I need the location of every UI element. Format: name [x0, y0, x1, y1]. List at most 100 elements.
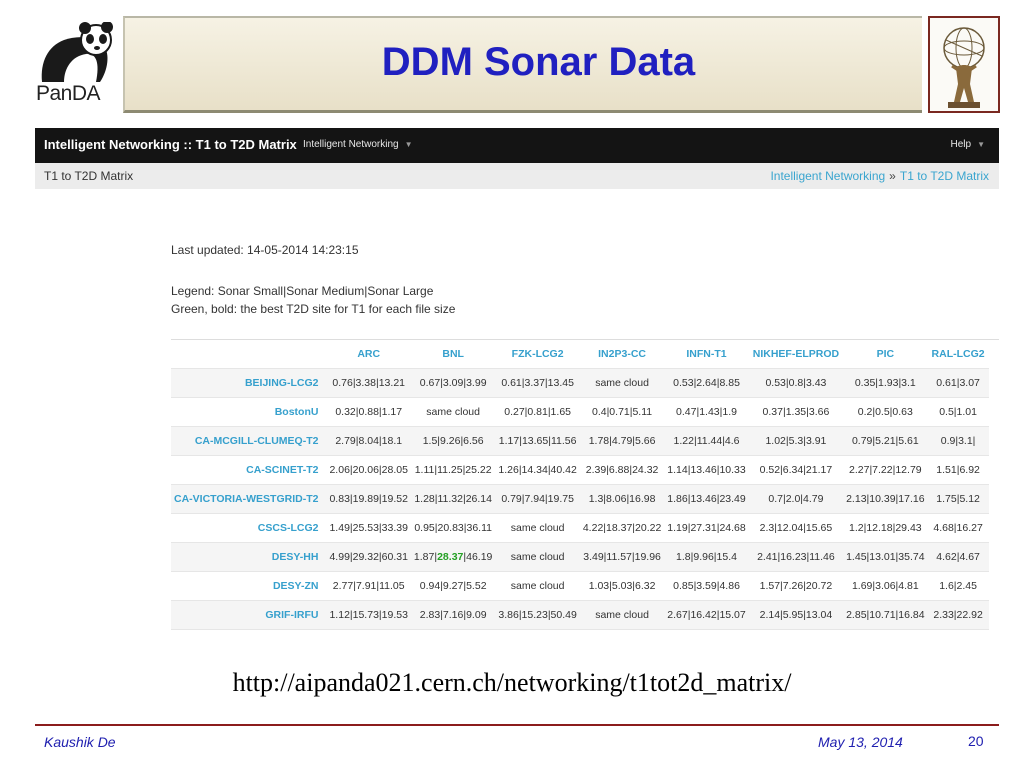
- caret-down-icon: ▼: [404, 140, 413, 149]
- cell-value: 1.78|4.79|5.66: [588, 434, 656, 447]
- matrix-cell: same cloud: [495, 570, 580, 600]
- matrix-body: BEIJING-LCG2 0.76|3.38|13.21 0.67|3.09|3.9…: [171, 367, 989, 639]
- site-name-link[interactable]: CA-MCGILL-CLUMEQ-T2: [171, 425, 327, 455]
- matrix-cell: 1.75|5.12: [927, 483, 989, 513]
- matrix-cell: 0.32|0.88|1.17: [326, 396, 411, 426]
- matrix-cell: 1.57|7.26|20.72: [748, 570, 844, 600]
- navbar-brand-link[interactable]: Intelligent Networking :: T1 to T2D Matr…: [44, 137, 297, 152]
- matrix-cell: 1.14|13.46|10.33: [664, 454, 749, 484]
- matrix-cell: 0.94|9.27|5.52: [410, 570, 496, 600]
- matrix-cell: 1.6|2.45: [927, 570, 989, 600]
- cell-value: 0.2|0.5|0.63: [857, 405, 913, 418]
- matrix-cell: 1.3|8.06|16.98: [579, 483, 665, 513]
- matrix-cell: 1.62|9.43|17.1: [410, 628, 496, 639]
- table-row: GRIF-LAL 2.55|16.0|56.81 1.62|9.43|17.1 1.5…: [171, 628, 989, 639]
- site-name-link[interactable]: BEIJING-LCG2: [171, 367, 327, 397]
- help-label: Help: [950, 139, 972, 150]
- site-name-link[interactable]: CSCS-LCG2: [171, 512, 327, 542]
- best-site-note: Green, bold: the best T2D site for T1 fo…: [171, 302, 456, 316]
- cell-value: 0.79|5.21|5.61: [851, 434, 919, 447]
- matrix-cell: 2.83|7.16|9.09: [410, 599, 496, 629]
- cell-value: 0.94|9.27|5.52: [419, 579, 487, 592]
- row-header-corner: [171, 340, 326, 368]
- cell-value: 1.69|3.06|4.81: [851, 579, 919, 592]
- matrix-cell: 1.51|6.92: [927, 454, 989, 484]
- matrix-cell: same cloud: [579, 599, 665, 629]
- cell-value: 1.6|2.45: [939, 579, 977, 592]
- intelligent-networking-dropdown[interactable]: Intelligent Networking ▼: [303, 139, 413, 150]
- cell-value: |46.19: [463, 550, 493, 563]
- site-name-link[interactable]: DESY-HH: [171, 541, 327, 571]
- cell-value: 4.22|18.37|20.22: [582, 521, 662, 534]
- column-header: RAL-LCG2: [931, 347, 985, 360]
- footer-divider: [35, 724, 999, 726]
- matrix-cell: same cloud: [579, 628, 665, 639]
- matrix-cell: 0.79|5.21|5.61: [843, 425, 928, 455]
- footer-date: May 13, 2014: [818, 734, 903, 750]
- table-row: DESY-HH 4.99|29.32|60.31 1.87|28.37|46.19 s…: [171, 541, 989, 571]
- cell-value: 0.35|1.93|3.1: [854, 376, 916, 389]
- breadcrumb-root-link[interactable]: Intelligent Networking: [770, 169, 885, 183]
- cell-value: 0.61|3.37|13.45: [501, 376, 574, 389]
- matrix-cell: 2.79|8.04|18.1: [326, 425, 411, 455]
- cell-value: 2.41|16.23|11.46: [757, 550, 835, 563]
- site-name-link[interactable]: BostonU: [171, 396, 327, 426]
- cell-value: 0.47|1.43|1.9: [676, 405, 737, 418]
- cell-value: 0.32|0.88|1.17: [335, 405, 403, 418]
- panda-bear-icon: [41, 21, 113, 82]
- help-dropdown[interactable]: Help ▼: [951, 139, 986, 150]
- matrix-cell: 2.41|16.23|11.46: [748, 541, 844, 571]
- matrix-cell: 1.02|5.3|3.91: [748, 425, 844, 455]
- matrix-cell: 0.91|4.74|10.47: [843, 628, 928, 639]
- cell-value: 2.39|6.88|24.32: [585, 463, 659, 476]
- table-row: DESY-ZN 2.77|7.91|11.05 0.94|9.27|5.52 same…: [171, 570, 989, 600]
- matrix-cell: 3.86|15.23|50.49: [495, 599, 580, 629]
- cell-value: 2.33|22.92: [933, 608, 983, 621]
- column-header: ARC: [357, 347, 381, 360]
- cell-value: 1.22|11.44|4.6: [673, 434, 740, 447]
- cell-value: 2.13|10.39|17.16: [846, 492, 925, 505]
- dropdown-label: Intelligent Networking: [303, 139, 399, 150]
- matrix-cell: 2.13|10.39|17.16: [843, 483, 928, 513]
- matrix-cell: 2.06|20.06|28.05: [326, 454, 411, 484]
- matrix-cell: 1.12|15.73|19.53: [326, 599, 411, 629]
- breadcrumb: Intelligent Networking » T1 to T2D Matrix: [770, 169, 989, 183]
- cell-value: 1.75|5.12: [936, 492, 980, 505]
- site-name-link[interactable]: CA-VICTORIA-WESTGRID-T2: [171, 483, 327, 513]
- matrix-cell: 1.22|11.44|4.6: [664, 425, 749, 455]
- cell-value: same cloud: [510, 550, 565, 563]
- column-header: INFN-T1: [686, 347, 727, 360]
- cell-value: same cloud: [510, 579, 565, 592]
- site-name-link[interactable]: DESY-ZN: [171, 570, 327, 600]
- matrix-cell: 1.87|28.37|46.19: [410, 541, 496, 571]
- table-row: CA-VICTORIA-WESTGRID-T2 0.83|19.89|19.52 1…: [171, 483, 989, 513]
- cell-value: 3.86|15.23|50.49: [498, 608, 577, 621]
- site-name-link[interactable]: CA-SCINET-T2: [171, 454, 327, 484]
- site-name-link[interactable]: GRIF-IRFU: [171, 599, 327, 629]
- matrix-cell: 0.9|3.1|: [927, 425, 989, 455]
- matrix-cell: 0.5|1.01: [927, 396, 989, 426]
- column-header: NIKHEF-ELPROD: [752, 347, 840, 360]
- matrix-cell: same cloud: [410, 396, 496, 426]
- cell-value: 1.49|25.53|33.39: [329, 521, 408, 534]
- site-name-link[interactable]: GRIF-LAL: [171, 628, 327, 639]
- cell-value: 2.67|16.42|15.07: [667, 608, 746, 621]
- matrix-cell: 1.55|19.68|31.53: [495, 628, 580, 639]
- matrix-cell: 0.47|1.43|1.9: [664, 396, 749, 426]
- matrix-cell: 0.61|3.07: [927, 367, 989, 397]
- matrix-cell: 1.19|27.31|24.68: [664, 512, 749, 542]
- matrix-cell: 2.33|22.92: [927, 599, 989, 629]
- matrix-cell: 2.77|7.91|11.05: [326, 570, 411, 600]
- footer-author: Kaushik De: [44, 734, 116, 750]
- matrix-cell: 0.83|19.89|19.52: [326, 483, 411, 513]
- subheader-bar: T1 to T2D Matrix Intelligent Networking »…: [35, 163, 999, 189]
- cell-value: 1.19|27.31|24.68: [667, 521, 746, 534]
- matrix-cell: 0.2|0.5|0.63: [843, 396, 928, 426]
- cell-value: 2.27|7.22|12.79: [849, 463, 922, 476]
- matrix-cell: 1.03|5.03|6.32: [579, 570, 665, 600]
- matrix-cell: 0.53|2.64|8.85: [664, 367, 749, 397]
- cell-value: 1.28|11.32|26.14: [414, 492, 492, 505]
- breadcrumb-current-link[interactable]: T1 to T2D Matrix: [900, 169, 989, 183]
- cell-value: 0.91|4.74|10.47: [849, 638, 922, 639]
- cell-value: 2.14|5.95|13.04: [759, 608, 833, 621]
